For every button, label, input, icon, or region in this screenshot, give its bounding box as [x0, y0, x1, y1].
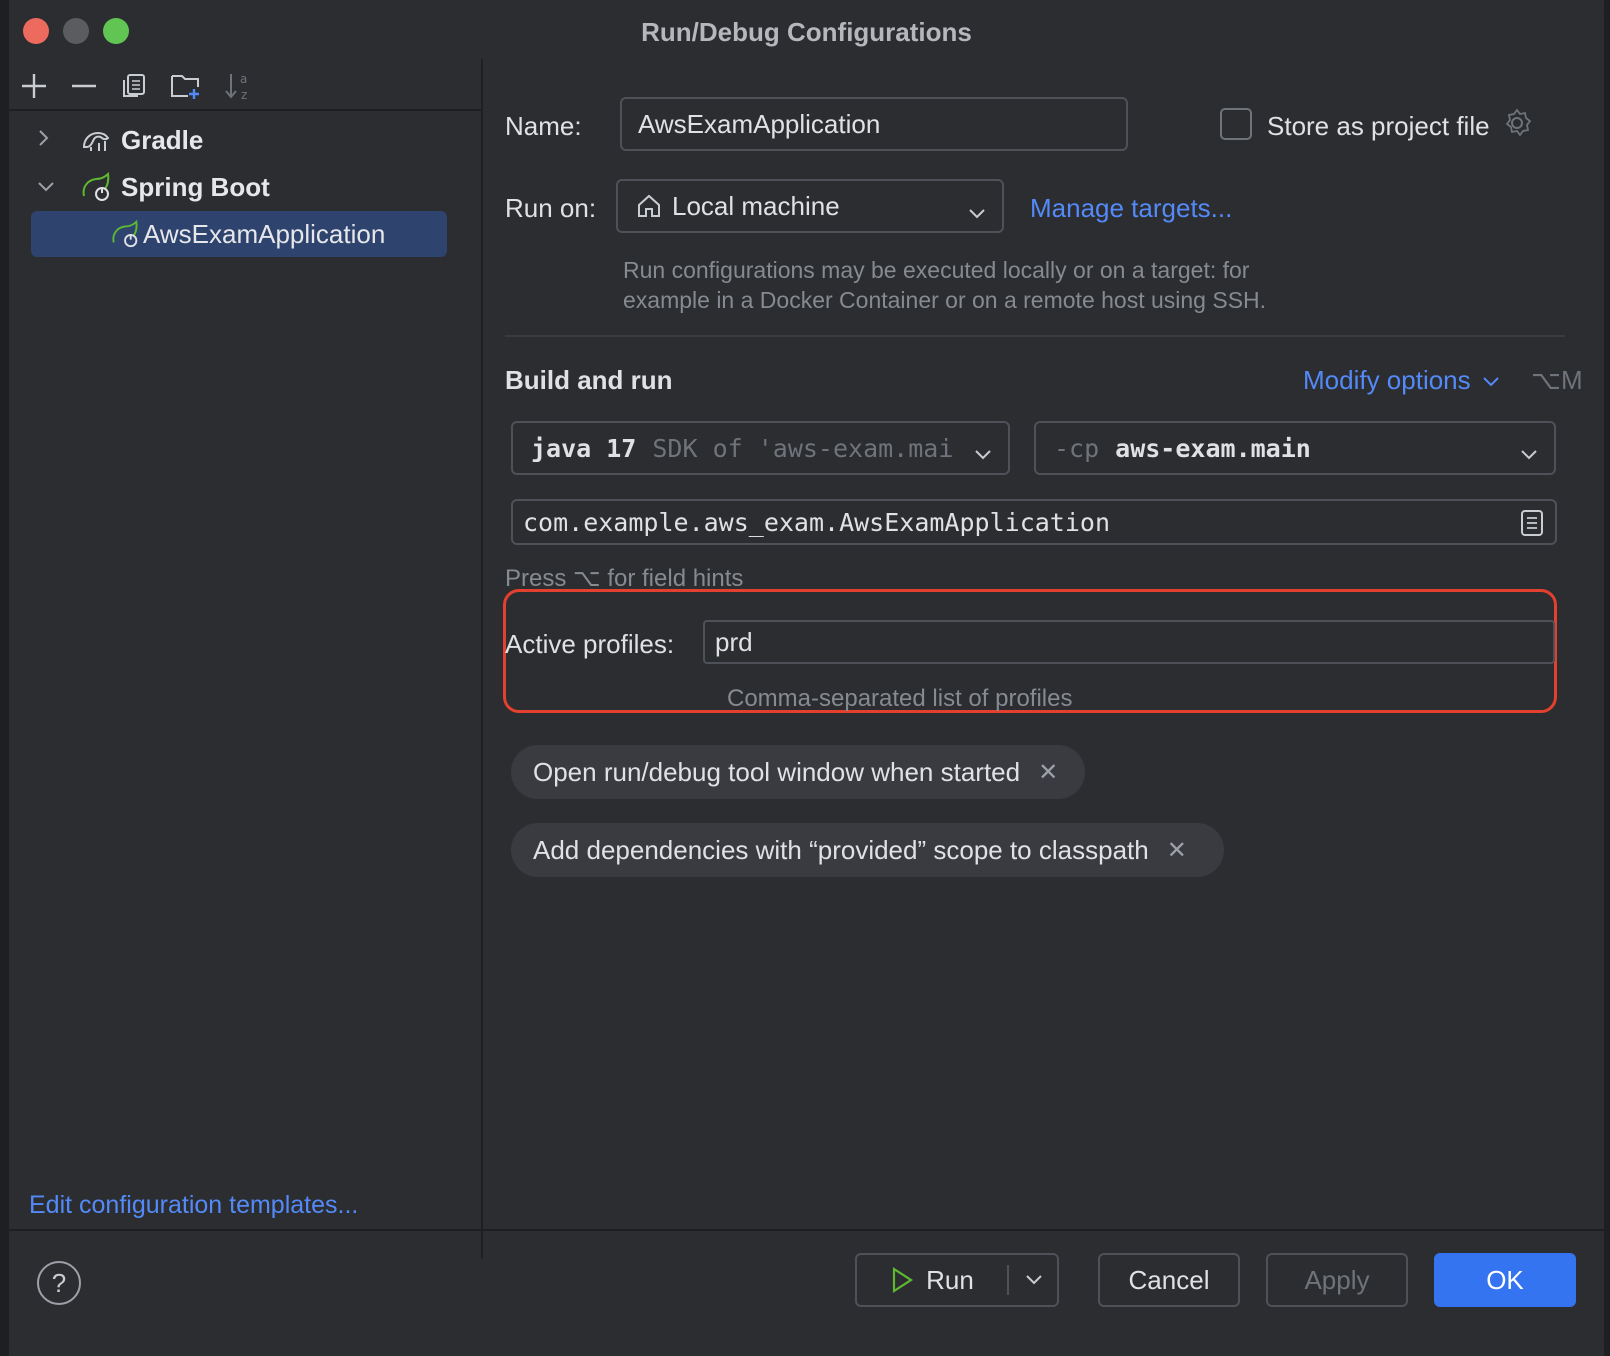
- help-button[interactable]: ?: [37, 1261, 81, 1305]
- tree-item-label: Gradle: [121, 124, 204, 155]
- main-class-value: com.example.aws_exam.AwsExamApplication: [523, 507, 1110, 537]
- manage-targets-link[interactable]: Manage targets...: [1030, 193, 1232, 224]
- remove-icon[interactable]: [67, 69, 101, 103]
- run-dropdown-button[interactable]: [1009, 1255, 1059, 1305]
- build-and-run-heading: Build and run: [505, 365, 673, 395]
- configuration-form: Name: AwsExamApplication Store as projec…: [485, 59, 1604, 1229]
- jdk-value: java 17: [531, 433, 637, 463]
- active-profiles-input[interactable]: prd: [703, 620, 1555, 664]
- chevron-down-icon: [1026, 1275, 1042, 1285]
- chevron-down-icon: [968, 197, 986, 228]
- run-on-select[interactable]: Local machine: [616, 179, 1004, 233]
- active-profiles-hint: Comma-separated list of profiles: [727, 685, 1073, 712]
- add-icon[interactable]: [17, 69, 51, 103]
- modify-options-label: Modify options: [1303, 365, 1471, 395]
- active-profiles-label: Active profiles:: [505, 629, 675, 659]
- close-icon[interactable]: ✕: [1167, 836, 1187, 865]
- store-as-project-file-label: Store as project file: [1267, 111, 1490, 141]
- copy-icon[interactable]: [117, 69, 151, 103]
- tree-item-gradle[interactable]: Gradle: [9, 117, 203, 163]
- svg-text:a: a: [240, 72, 247, 86]
- run-on-hint-line1: Run configurations may be executed local…: [623, 257, 1250, 283]
- name-input-value: AwsExamApplication: [638, 108, 881, 139]
- name-label: Name:: [505, 111, 582, 141]
- spring-boot-icon: [109, 217, 143, 251]
- active-profiles-value: prd: [715, 626, 753, 657]
- sidebar-toolbar: az: [9, 59, 483, 111]
- jdk-description: SDK of 'aws-exam.mai: [652, 433, 954, 463]
- tree-item-label: Spring Boot: [121, 171, 270, 202]
- modify-options-link[interactable]: Modify options: [1303, 365, 1500, 396]
- window-title: Run/Debug Configurations: [641, 17, 972, 47]
- chevron-down-icon: [1520, 439, 1538, 468]
- background-edge-right: [1604, 0, 1610, 1356]
- chip-label: Add dependencies with “provided” scope t…: [533, 834, 1149, 865]
- chevron-right-icon[interactable]: [37, 127, 67, 153]
- name-input[interactable]: AwsExamApplication: [620, 97, 1128, 151]
- ok-button[interactable]: OK: [1434, 1253, 1576, 1307]
- run-on-hint-line2: example in a Docker Container or on a re…: [623, 287, 1267, 313]
- gradle-icon: [77, 123, 117, 157]
- classpath-module-value: aws-exam.main: [1115, 433, 1311, 463]
- run-debug-dialog: Run/Debug Configurations az Gradle Sprin…: [9, 3, 1604, 1353]
- store-as-project-file-checkbox[interactable]: [1220, 108, 1252, 140]
- svg-text:z: z: [241, 88, 247, 102]
- close-icon[interactable]: ✕: [1038, 758, 1058, 787]
- run-on-value: Local machine: [672, 190, 840, 221]
- tree-item-aws-exam-application[interactable]: AwsExamApplication: [31, 211, 447, 257]
- chevron-down-icon: [1482, 365, 1500, 395]
- title-bar: Run/Debug Configurations: [9, 3, 1604, 55]
- new-folder-icon[interactable]: [169, 69, 203, 103]
- run-split-button: Run: [855, 1253, 1059, 1307]
- edit-configuration-templates-link[interactable]: Edit configuration templates...: [29, 1191, 358, 1220]
- apply-button[interactable]: Apply: [1266, 1253, 1408, 1307]
- modify-options-shortcut: ⌥M: [1531, 365, 1583, 395]
- main-class-input[interactable]: com.example.aws_exam.AwsExamApplication: [511, 499, 1557, 545]
- gear-icon[interactable]: [1501, 107, 1535, 141]
- option-chip-open-tool-window[interactable]: Open run/debug tool window when started …: [511, 745, 1085, 799]
- sort-icon[interactable]: az: [221, 69, 255, 103]
- dialog-footer: ? Run Cancel Apply OK: [9, 1229, 1604, 1353]
- cancel-button[interactable]: Cancel: [1098, 1253, 1240, 1307]
- chevron-down-icon: [974, 439, 992, 468]
- classpath-module-select[interactable]: -cp aws-exam.main: [1034, 421, 1556, 475]
- classpath-flag: -cp: [1054, 433, 1100, 463]
- background-edge-left: [0, 0, 9, 1356]
- chip-label: Open run/debug tool window when started: [533, 756, 1021, 787]
- chevron-down-icon[interactable]: [37, 174, 67, 200]
- home-icon: [636, 192, 664, 220]
- configurations-sidebar: az Gradle Spring Boot AwsExamApplication…: [9, 59, 483, 1259]
- spring-boot-icon: [77, 170, 117, 204]
- run-on-label: Run on:: [505, 193, 597, 223]
- run-button-label: Run: [926, 1264, 974, 1295]
- jdk-select[interactable]: java 17 SDK of 'aws-exam.mai: [511, 421, 1010, 475]
- tree-item-label: AwsExamApplication: [143, 218, 386, 249]
- tree-item-spring-boot[interactable]: Spring Boot: [9, 164, 270, 210]
- option-chip-provided-scope[interactable]: Add dependencies with “provided” scope t…: [511, 823, 1224, 877]
- section-divider: [505, 335, 1565, 337]
- play-icon: [890, 1267, 914, 1293]
- run-button[interactable]: Run: [857, 1255, 1007, 1305]
- browse-class-icon[interactable]: [1519, 509, 1545, 543]
